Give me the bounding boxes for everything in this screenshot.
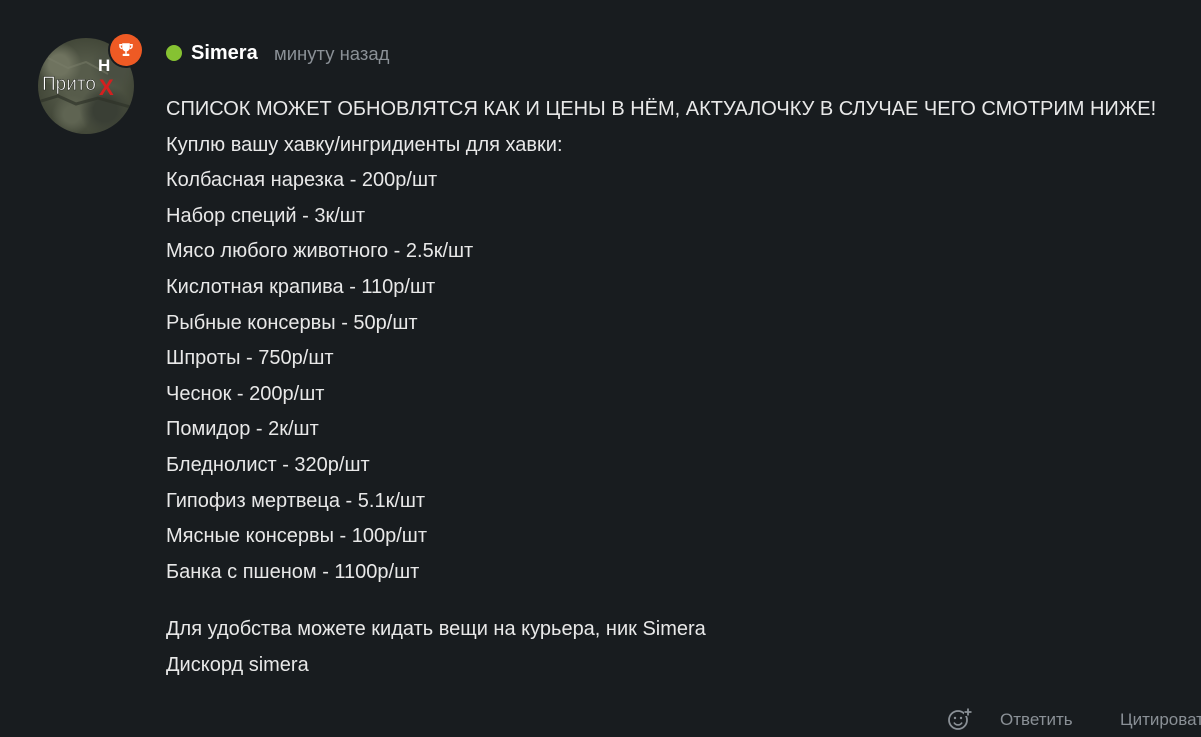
price-item: Банка с пшеном - 1100р/шт: [166, 560, 420, 583]
add-reaction-icon: [948, 708, 972, 730]
post-time[interactable]: минуту назад: [274, 43, 389, 65]
online-status-dot: [166, 45, 182, 61]
price-item: Мясо любого животного - 2.5к/шт: [166, 240, 474, 263]
price-item: Рыбные консервы - 50р/шт: [166, 311, 418, 334]
avatar-logo-mark: Х: [99, 75, 114, 100]
discord-note: Дискорд simera: [166, 653, 309, 676]
post-heading: СПИСОК МОЖЕТ ОБНОВЛЯТСЯ КАК И ЦЕНЫ В НЁМ…: [166, 98, 1157, 120]
price-item: Гипофиз мертвеца - 5.1к/шт: [166, 489, 426, 512]
price-item: Помидор - 2к/шт: [166, 418, 319, 441]
price-item: Мясные консервы - 100р/шт: [166, 525, 428, 548]
price-item: Бледнолист - 320р/шт: [166, 453, 370, 476]
price-item: Набор специй - 3к/шт: [166, 204, 365, 227]
post-footer: Для удобства можете кидать вещи на курье…: [166, 612, 1186, 683]
avatar-logo-mark-top: Н: [98, 56, 110, 75]
price-item: Колбасная нарезка - 200р/шт: [166, 169, 438, 192]
price-item: Чеснок - 200р/шт: [166, 382, 325, 405]
quote-link[interactable]: Цитировать: [1120, 710, 1201, 730]
comment: Прито Н Х Simera минуту назад СПИСОК МОЖ…: [0, 0, 1201, 730]
achievement-badge[interactable]: [110, 34, 142, 66]
post-body: СПИСОК МОЖЕТ ОБНОВЛЯТСЯ КАК И ЦЕНЫ В НЁМ…: [166, 92, 1186, 684]
avatar-logo-text: Прито: [42, 74, 96, 95]
avatar-container: Прито Н Х: [38, 34, 142, 134]
courier-note: Для удобства можете кидать вещи на курье…: [166, 618, 706, 641]
price-item: Шпроты - 750р/шт: [166, 347, 334, 370]
reply-link[interactable]: Ответить: [1000, 710, 1073, 730]
post-line: Куплю вашу хавку/ингридиенты для хавки:: [166, 133, 563, 156]
price-item: Кислотная крапива - 110р/шт: [166, 275, 436, 298]
author-name[interactable]: Simera: [191, 41, 258, 65]
trophy-icon: [119, 43, 133, 56]
add-reaction-button[interactable]: [947, 706, 973, 732]
